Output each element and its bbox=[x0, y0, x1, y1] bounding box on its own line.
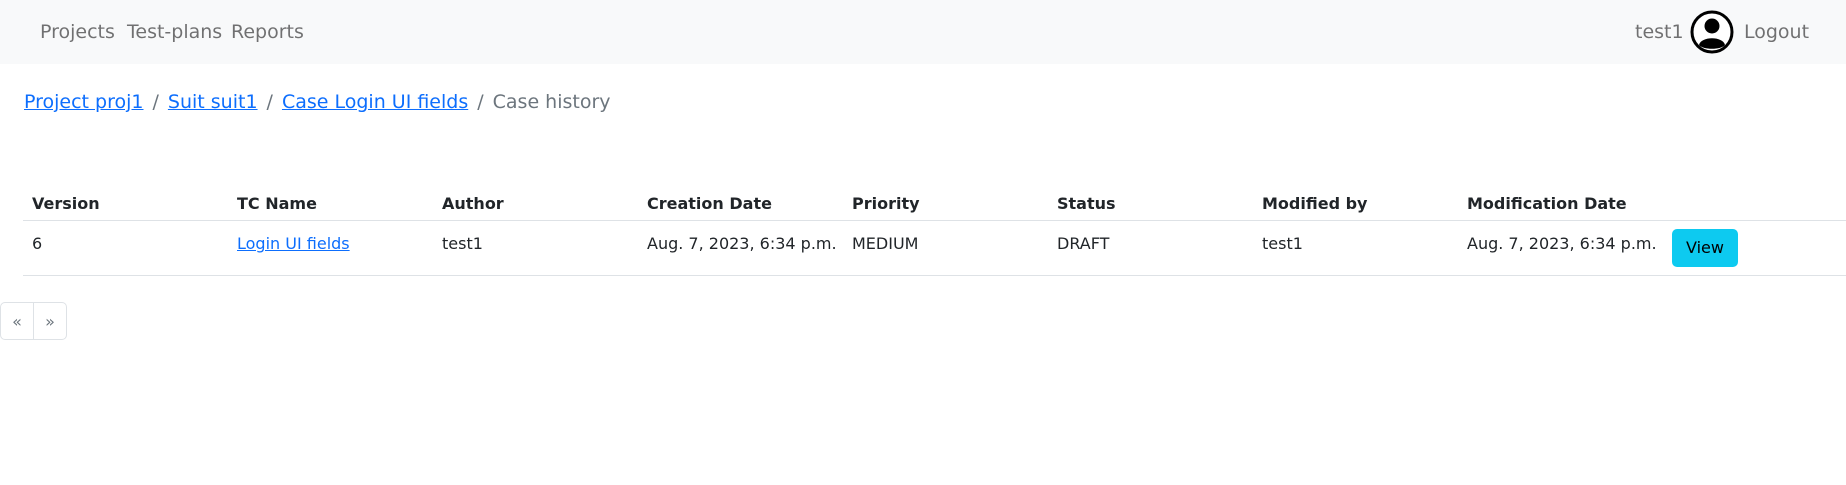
cell-author: test1 bbox=[433, 220, 638, 276]
header-author: Author bbox=[433, 186, 638, 221]
pagination: « » bbox=[0, 302, 67, 340]
cell-modification-date: Aug. 7, 2023, 6:34 p.m. bbox=[1458, 220, 1663, 276]
table-row: 6 Login UI fields test1 Aug. 7, 2023, 6:… bbox=[23, 220, 1846, 276]
pagination-prev-button[interactable]: « bbox=[0, 302, 34, 340]
header-version: Version bbox=[23, 186, 228, 221]
breadcrumb-separator: / bbox=[266, 91, 273, 113]
case-history-table: Version TC Name Author Creation Date Pri… bbox=[23, 186, 1846, 276]
header-tc-name: TC Name bbox=[228, 186, 433, 221]
nav-link-test-plans[interactable]: Test-plans bbox=[127, 20, 222, 44]
breadcrumb-current: Case history bbox=[492, 91, 611, 113]
table-header-row: Version TC Name Author Creation Date Pri… bbox=[23, 186, 1846, 221]
cell-creation-date: Aug. 7, 2023, 6:34 p.m. bbox=[638, 220, 843, 276]
cell-priority: MEDIUM bbox=[843, 220, 1048, 276]
logout-link[interactable]: Logout bbox=[1744, 20, 1809, 44]
cell-modified-by: test1 bbox=[1253, 220, 1458, 276]
cell-status: DRAFT bbox=[1048, 220, 1253, 276]
case-history-table-container: Version TC Name Author Creation Date Pri… bbox=[23, 186, 1846, 276]
breadcrumb-separator: / bbox=[152, 91, 159, 113]
nav-link-projects[interactable]: Projects bbox=[40, 20, 115, 44]
breadcrumb-separator: / bbox=[477, 91, 484, 113]
top-navbar: Projects Test-plans Reports test1 Logout bbox=[0, 0, 1846, 64]
tc-name-link[interactable]: Login UI fields bbox=[237, 234, 350, 253]
view-button[interactable]: View bbox=[1672, 229, 1738, 267]
nav-link-reports[interactable]: Reports bbox=[231, 20, 304, 44]
nav-username: test1 bbox=[1635, 21, 1684, 43]
user-circle-icon[interactable] bbox=[1690, 10, 1734, 54]
header-priority: Priority bbox=[843, 186, 1048, 221]
breadcrumb-case-link[interactable]: Case Login UI fields bbox=[282, 91, 468, 113]
breadcrumb-project-link[interactable]: Project proj1 bbox=[24, 91, 144, 113]
header-action bbox=[1663, 186, 1846, 221]
header-modified-by: Modified by bbox=[1253, 186, 1458, 221]
header-modification-date: Modification Date bbox=[1458, 186, 1663, 221]
header-status: Status bbox=[1048, 186, 1253, 221]
breadcrumb-suit-link[interactable]: Suit suit1 bbox=[168, 91, 258, 113]
breadcrumb: Project proj1 / Suit suit1 / Case Login UI f… bbox=[24, 90, 611, 114]
cell-version: 6 bbox=[23, 220, 228, 276]
pagination-next-button[interactable]: » bbox=[34, 302, 67, 340]
cell-tc-name: Login UI fields bbox=[228, 220, 433, 276]
cell-action: View bbox=[1663, 220, 1846, 276]
header-creation-date: Creation Date bbox=[638, 186, 843, 221]
